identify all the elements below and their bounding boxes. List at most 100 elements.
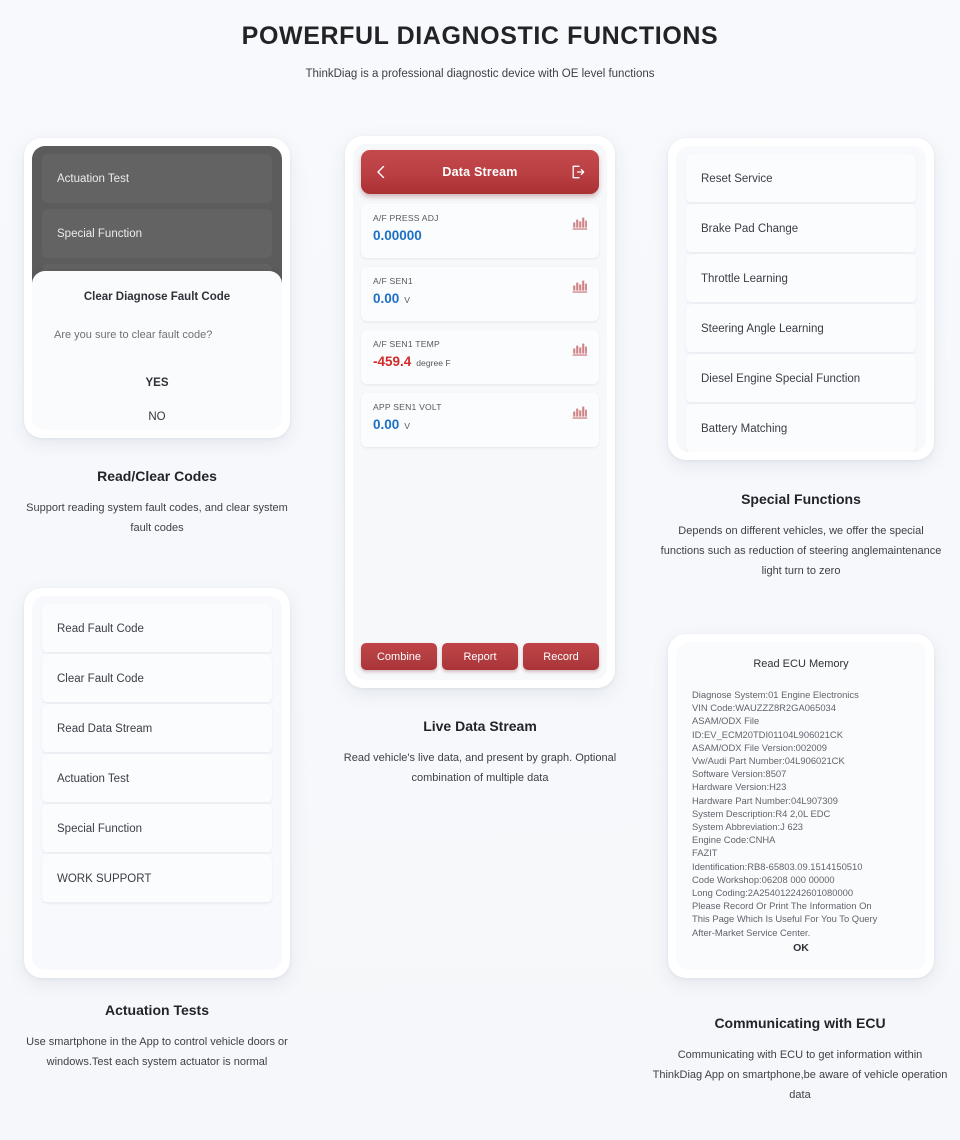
data-stream-row-value: 0.00000 xyxy=(373,228,422,243)
caption-description: Depends on different vehicles, we offer … xyxy=(660,525,942,577)
data-stream-screen: Data Stream A/F PRESS ADJ 0.00000 A/F SE… xyxy=(353,144,607,680)
data-stream-title: Data Stream xyxy=(442,165,518,179)
page-subtitle: ThinkDiag is a professional diagnostic d… xyxy=(305,68,655,80)
data-stream-row-label: APP SEN1 VOLT xyxy=(373,402,442,412)
caption-description: Read vehicle's live data, and present by… xyxy=(343,752,617,784)
menu-item-label: Clear Fault Code xyxy=(57,672,144,685)
data-stream-row-value: -459.4 xyxy=(373,354,412,369)
ecu-info-line: Identification:RB8-65803.09.1514150510 xyxy=(692,860,863,872)
menu-item-work-support[interactable]: WORK SUPPORT xyxy=(42,854,272,903)
ecu-info-line: Software Version:8507 xyxy=(692,768,787,780)
caption-title: Live Data Stream xyxy=(423,718,537,734)
ecu-dialog-title: Read ECU Memory xyxy=(753,658,849,670)
ecu-info-line: FAZIT xyxy=(692,847,718,859)
bar-chart-icon[interactable] xyxy=(572,342,588,357)
caption-read-clear-codes: Read/Clear Codes Support reading system … xyxy=(18,468,296,538)
menu-item-label: Read Data Stream xyxy=(57,722,153,735)
menu-item-actuation-test[interactable]: Actuation Test xyxy=(42,754,272,803)
data-stream-list: A/F PRESS ADJ 0.00000 A/F SEN1 0.00 V A/… xyxy=(353,194,607,447)
chevron-left-icon[interactable] xyxy=(373,164,389,180)
report-button[interactable]: Report xyxy=(442,643,518,670)
data-stream-row-unit: V xyxy=(404,295,411,305)
dialog-title: Clear Diagnose Fault Code xyxy=(83,291,231,303)
menu-item-label: Actuation Test xyxy=(57,772,130,785)
data-stream-row[interactable]: APP SEN1 VOLT 0.00 V xyxy=(361,393,599,447)
ecu-info-line: Please Record Or Print The Information O… xyxy=(692,900,872,912)
menu-item-special-function[interactable]: Special Function xyxy=(42,209,272,258)
caption-communicating-with-ecu: Communicating with ECU Communicating wit… xyxy=(652,1015,948,1105)
data-stream-row[interactable]: A/F SEN1 0.00 V xyxy=(361,267,599,321)
menu-item-read-fault-code[interactable]: Read Fault Code xyxy=(42,604,272,653)
menu-item-battery-matching[interactable]: Battery Matching xyxy=(686,404,916,452)
ecu-info-line: Hardware Part Number:04L907309 xyxy=(692,794,838,806)
bar-chart-icon[interactable] xyxy=(572,405,588,420)
menu-item-special-function[interactable]: Special Function xyxy=(42,804,272,853)
menu-item-label: Special Function xyxy=(57,822,143,835)
menu-item-label: Battery Matching xyxy=(701,422,788,435)
data-stream-actionbar: Combine Report Record xyxy=(361,643,599,670)
caption-description: Use smartphone in the App to control veh… xyxy=(26,1036,288,1068)
data-stream-row[interactable]: A/F PRESS ADJ 0.00000 xyxy=(361,204,599,258)
ecu-info-line: System Abbreviation:J 623 xyxy=(692,821,803,833)
data-stream-row-valuegroup: 0.00 V xyxy=(373,417,587,432)
caption-title: Special Functions xyxy=(741,491,861,507)
menu-item-reset-service[interactable]: Reset Service xyxy=(686,154,916,203)
ecu-info-line: Diagnose System:01 Engine Electronics xyxy=(692,689,859,700)
menu-item-label: Brake Pad Change xyxy=(701,222,799,235)
read-ecu-memory-screen: Read ECU Memory Diagnose System:01 Engin… xyxy=(676,642,926,970)
data-stream-row-valuegroup: 0.00 V xyxy=(373,291,587,306)
ecu-info-line: After-Market Service Center. xyxy=(692,926,811,938)
ecu-ok-button[interactable]: OK xyxy=(676,942,926,954)
data-stream-row-label: A/F SEN1 TEMP xyxy=(373,339,440,349)
record-button[interactable]: Record xyxy=(523,643,599,670)
caption-special-functions: Special Functions Depends on different v… xyxy=(656,491,946,581)
ecu-info-line: System Description:R4 2,0L EDC xyxy=(692,807,831,819)
clear-fault-code-dialog: Clear Diagnose Fault Code Are you sure t… xyxy=(32,271,282,430)
exit-icon[interactable] xyxy=(570,164,586,180)
data-stream-titlebar: Data Stream xyxy=(361,150,599,194)
dialog-yes-button[interactable]: YES xyxy=(32,377,282,389)
actuation-tests-screen: Read Fault Code Clear Fault Code Read Da… xyxy=(32,596,282,970)
menu-item-label: Reset Service xyxy=(701,172,773,185)
caption-title: Read/Clear Codes xyxy=(97,468,217,484)
ecu-info-line: ID:EV_ECM20TDI01104L906021CK xyxy=(692,728,843,740)
page-title: POWERFUL DIAGNOSTIC FUNCTIONS xyxy=(241,22,719,50)
menu-item-clear-fault-code[interactable]: Clear Fault Code xyxy=(42,654,272,703)
ecu-info-line: Hardware Version:H23 xyxy=(692,781,787,793)
menu-item-label: WORK SUPPORT xyxy=(57,872,152,885)
menu-item-actuation-test[interactable]: Actuation Test xyxy=(42,154,272,203)
bar-chart-icon[interactable] xyxy=(572,279,588,294)
read-clear-codes-screen: Actuation Test Special Function Clear Di… xyxy=(32,146,282,430)
caption-live-data-stream: Live Data Stream Read vehicle's live dat… xyxy=(335,718,625,788)
ecu-info-line: Vw/Audi Part Number:04L906021CK xyxy=(692,755,845,767)
menu-item-diesel-engine-special-function[interactable]: Diesel Engine Special Function xyxy=(686,354,916,403)
menu-item-label: Throttle Learning xyxy=(701,272,788,285)
actuation-tests-phone: Read Fault Code Clear Fault Code Read Da… xyxy=(24,588,290,978)
menu-item-label: Read Fault Code xyxy=(57,622,144,635)
ecu-info-line: Engine Code:CNHA xyxy=(692,834,776,846)
special-functions-menu: Reset Service Brake Pad Change Throttle … xyxy=(676,146,926,452)
special-functions-phone: Reset Service Brake Pad Change Throttle … xyxy=(668,138,934,460)
menu-item-steering-angle-learning[interactable]: Steering Angle Learning xyxy=(686,304,916,353)
menu-item-label: Diesel Engine Special Function xyxy=(701,372,861,385)
combine-button[interactable]: Combine xyxy=(361,643,437,670)
menu-item-read-data-stream[interactable]: Read Data Stream xyxy=(42,704,272,753)
page-root: POWERFUL DIAGNOSTIC FUNCTIONS ThinkDiag … xyxy=(0,0,960,1140)
ecu-info-line: ASAM/ODX File Version:002009 xyxy=(692,741,827,753)
ecu-info-line: VIN Code:WAUZZZ8R2GA065034 xyxy=(692,702,836,714)
data-stream-row-unit: V xyxy=(404,421,411,431)
actuation-tests-menu: Read Fault Code Clear Fault Code Read Da… xyxy=(32,596,282,903)
data-stream-row-value: 0.00 xyxy=(373,417,400,432)
bar-chart-icon[interactable] xyxy=(572,216,588,231)
dialog-no-button[interactable]: NO xyxy=(32,411,282,423)
caption-description: Support reading system fault codes, and … xyxy=(26,502,288,534)
read-clear-codes-phone: Actuation Test Special Function Clear Di… xyxy=(24,138,290,438)
caption-description: Communicating with ECU to get informatio… xyxy=(652,1049,948,1101)
ecu-info-line: Code Workshop:06208 000 00000 xyxy=(692,873,835,885)
data-stream-row[interactable]: A/F SEN1 TEMP -459.4 degree F xyxy=(361,330,599,384)
ecu-info-line: This Page Which Is Useful For You To Que… xyxy=(692,913,878,925)
menu-item-throttle-learning[interactable]: Throttle Learning xyxy=(686,254,916,303)
ecu-info-line: ASAM/ODX File xyxy=(692,715,760,727)
caption-title: Communicating with ECU xyxy=(714,1015,886,1031)
menu-item-brake-pad-change[interactable]: Brake Pad Change xyxy=(686,204,916,253)
